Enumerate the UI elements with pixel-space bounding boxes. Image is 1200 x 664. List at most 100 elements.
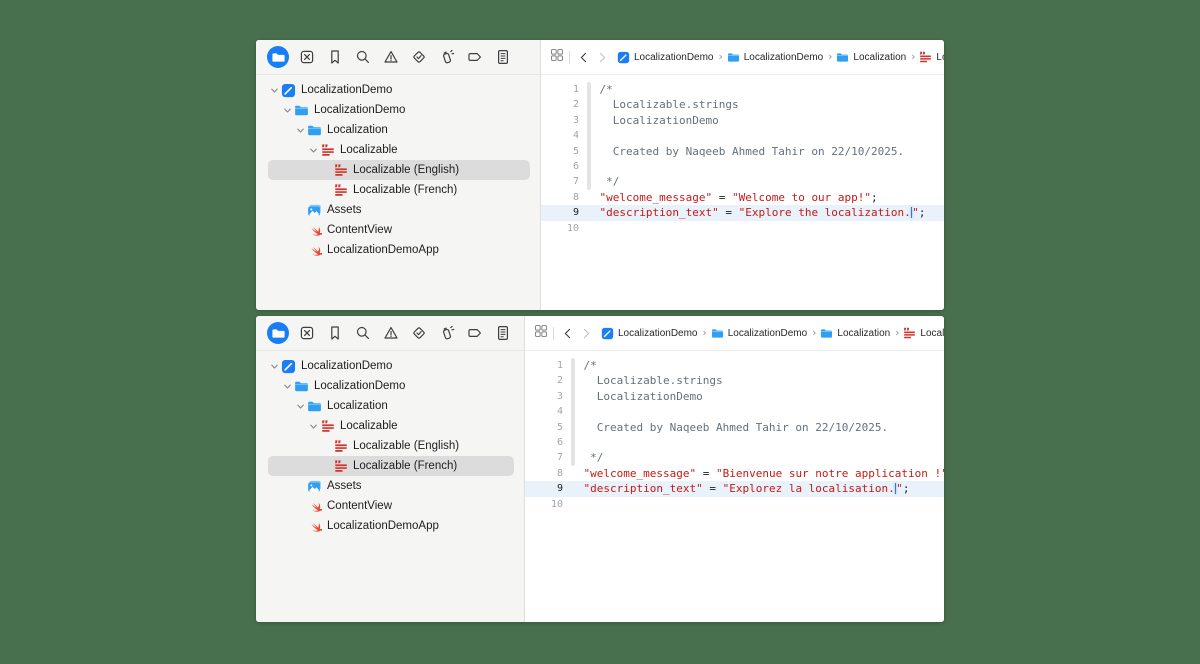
sidebar-item-localizationdemoapp[interactable]: LocalizationDemoApp: [268, 240, 530, 260]
code-line-10[interactable]: 10: [541, 221, 944, 236]
breadcrumb-localization-2[interactable]: Localization: [836, 51, 906, 64]
line-number[interactable]: 10: [541, 221, 587, 236]
line-number[interactable]: 3: [525, 389, 571, 404]
navigator-tab-tests[interactable]: [410, 325, 427, 342]
sidebar-item-localization[interactable]: Localization: [268, 120, 530, 140]
navigator-tab-issues[interactable]: [382, 325, 399, 342]
code-line-6[interactable]: 6: [525, 435, 944, 450]
code-line-3[interactable]: 3 LocalizationDemo: [541, 113, 944, 128]
code-editor[interactable]: 1/*2 Localizable.strings3 LocalizationDe…: [541, 75, 944, 310]
line-number[interactable]: 3: [541, 113, 587, 128]
navigator-tab-find[interactable]: [354, 325, 371, 342]
sidebar-item-localizationdemo[interactable]: LocalizationDemo: [268, 100, 530, 120]
navigator-tab-project[interactable]: [267, 322, 289, 344]
disclosure-triangle-icon[interactable]: [281, 381, 294, 392]
navigator-tab-debug[interactable]: [438, 325, 455, 342]
back-button[interactable]: [561, 325, 575, 341]
back-button[interactable]: [577, 49, 591, 65]
navigator-tab-breakpoints[interactable]: [466, 325, 483, 342]
navigator-tab-reports[interactable]: [494, 325, 511, 342]
breadcrumb-localizationdemo-0[interactable]: LocalizationDemo: [601, 327, 698, 340]
navigator-tab-project[interactable]: [267, 46, 289, 68]
sidebar-item-localizable-english[interactable]: Localizable (English): [268, 160, 530, 180]
sidebar-item-contentview[interactable]: ContentView: [268, 496, 514, 516]
breadcrumb-localizable-english-3[interactable]: Localizable (English): [919, 51, 944, 64]
code-editor[interactable]: 1/*2 Localizable.strings3 LocalizationDe…: [525, 351, 944, 622]
breadcrumb-localizationdemo-1[interactable]: LocalizationDemo: [711, 327, 808, 340]
line-number[interactable]: 6: [541, 159, 587, 174]
line-number[interactable]: 4: [541, 128, 587, 143]
disclosure-triangle-icon[interactable]: [268, 85, 281, 96]
navigator-tab-reports[interactable]: [494, 49, 511, 66]
breadcrumb-localizationdemo-0[interactable]: LocalizationDemo: [617, 51, 714, 64]
navigator-tab-breakpoints[interactable]: [466, 49, 483, 66]
code-line-3[interactable]: 3 LocalizationDemo: [525, 389, 944, 404]
navigator-tab-source-control[interactable]: [298, 325, 315, 342]
sidebar-item-localizable[interactable]: Localizable: [268, 140, 530, 160]
line-number[interactable]: 6: [525, 435, 571, 450]
sidebar-item-localizationdemo[interactable]: LocalizationDemo: [268, 356, 514, 376]
sidebar-item-localizable-english[interactable]: Localizable (English): [268, 436, 514, 456]
sidebar-item-localizationdemoapp[interactable]: LocalizationDemoApp: [268, 516, 514, 536]
disclosure-triangle-icon[interactable]: [294, 125, 307, 136]
line-number[interactable]: 2: [525, 373, 571, 388]
line-number[interactable]: 2: [541, 97, 587, 112]
breadcrumb-localizable-french-3[interactable]: Localizable (French): [903, 327, 944, 340]
sidebar-item-localizationdemo[interactable]: LocalizationDemo: [268, 376, 514, 396]
sidebar-item-localization[interactable]: Localization: [268, 396, 514, 416]
forward-button[interactable]: [595, 49, 609, 65]
code-line-4[interactable]: 4: [525, 404, 944, 419]
line-number[interactable]: 1: [541, 82, 587, 97]
code-line-4[interactable]: 4: [541, 128, 944, 143]
disclosure-triangle-icon[interactable]: [307, 421, 320, 432]
sidebar-item-localizable-french[interactable]: Localizable (French): [268, 456, 514, 476]
code-line-8[interactable]: 8"welcome_message" = "Bienvenue sur notr…: [525, 466, 944, 481]
disclosure-triangle-icon[interactable]: [294, 401, 307, 412]
line-number[interactable]: 9: [525, 481, 571, 496]
code-line-1[interactable]: 1/*: [525, 358, 944, 373]
line-number[interactable]: 1: [525, 358, 571, 373]
line-number[interactable]: 9: [541, 205, 587, 220]
code-line-5[interactable]: 5 Created by Naqeeb Ahmed Tahir on 22/10…: [525, 420, 944, 435]
sidebar-item-contentview[interactable]: ContentView: [268, 220, 530, 240]
navigator-tab-source-control[interactable]: [298, 49, 315, 66]
disclosure-triangle-icon[interactable]: [307, 145, 320, 156]
line-number[interactable]: 5: [525, 420, 571, 435]
line-number[interactable]: 4: [525, 404, 571, 419]
code-line-1[interactable]: 1/*: [541, 82, 944, 97]
navigator-tab-tests[interactable]: [410, 49, 427, 66]
code-line-7[interactable]: 7 */: [525, 450, 944, 465]
code-line-10[interactable]: 10: [525, 497, 944, 512]
sidebar-item-localizable-french[interactable]: Localizable (French): [268, 180, 530, 200]
forward-button[interactable]: [579, 325, 593, 341]
code-line-5[interactable]: 5 Created by Naqeeb Ahmed Tahir on 22/10…: [541, 144, 944, 159]
navigator-tab-issues[interactable]: [382, 49, 399, 66]
code-line-9[interactable]: 9"description_text" = "Explore the local…: [541, 205, 944, 220]
code-line-6[interactable]: 6: [541, 159, 944, 174]
navigator-tab-debug[interactable]: [438, 49, 455, 66]
line-number[interactable]: 8: [541, 190, 587, 205]
related-items-grid-icon[interactable]: [550, 48, 564, 67]
line-number[interactable]: 10: [525, 497, 571, 512]
line-number[interactable]: 7: [525, 450, 571, 465]
navigator-tab-bookmarks[interactable]: [326, 325, 343, 342]
related-items-grid-icon[interactable]: [534, 324, 548, 343]
line-number[interactable]: 5: [541, 144, 587, 159]
line-number[interactable]: 8: [525, 466, 571, 481]
code-line-9[interactable]: 9"description_text" = "Explorez la local…: [525, 481, 944, 496]
disclosure-triangle-icon[interactable]: [281, 105, 294, 116]
code-line-2[interactable]: 2 Localizable.strings: [541, 97, 944, 112]
code-line-7[interactable]: 7 */: [541, 174, 944, 189]
breadcrumb-localizationdemo-1[interactable]: LocalizationDemo: [727, 51, 824, 64]
sidebar-item-assets[interactable]: Assets: [268, 476, 514, 496]
breadcrumb-localization-2[interactable]: Localization: [820, 327, 890, 340]
line-number[interactable]: 7: [541, 174, 587, 189]
code-line-2[interactable]: 2 Localizable.strings: [525, 373, 944, 388]
sidebar-item-localizationdemo[interactable]: LocalizationDemo: [268, 80, 530, 100]
navigator-tab-bookmarks[interactable]: [326, 49, 343, 66]
code-line-8[interactable]: 8"welcome_message" = "Welcome to our app…: [541, 190, 944, 205]
navigator-tab-find[interactable]: [354, 49, 371, 66]
sidebar-item-assets[interactable]: Assets: [268, 200, 530, 220]
disclosure-triangle-icon[interactable]: [268, 361, 281, 372]
sidebar-item-localizable[interactable]: Localizable: [268, 416, 514, 436]
